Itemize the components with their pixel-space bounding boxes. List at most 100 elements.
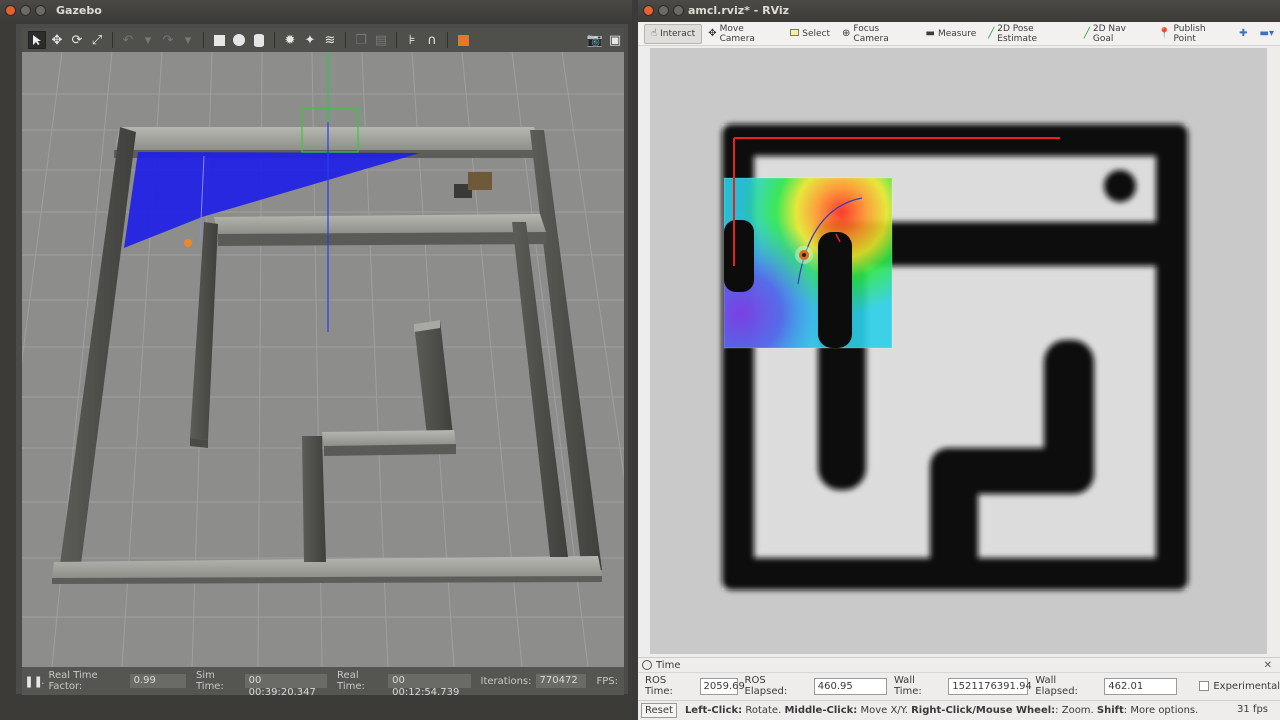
reset-button[interactable]: Reset <box>641 703 677 718</box>
redo-icon[interactable]: ↷ <box>159 31 177 49</box>
close-panel-icon[interactable]: ✕ <box>1264 660 1272 671</box>
experimental-checkbox[interactable] <box>1199 681 1210 691</box>
focus-camera-label: Focus Camera <box>853 23 889 44</box>
rviz-titlebar[interactable]: amcl.rviz* - RViz <box>638 0 1280 22</box>
interact-label: Interact <box>660 28 696 39</box>
real-time-label: Real Time: <box>337 670 365 692</box>
rviz-3d-viewport[interactable] <box>650 48 1267 654</box>
wall-time-label: Wall Time: <box>893 675 922 697</box>
time-row: ROS Time: 2059.69 ROS Elapsed: 460.95 Wa… <box>638 675 1280 697</box>
close-button[interactable] <box>643 5 654 16</box>
box-icon[interactable] <box>210 31 228 49</box>
ros-elapsed-field[interactable]: 460.95 <box>813 677 887 695</box>
camera-icon[interactable]: 📷 <box>586 31 604 49</box>
copy-icon[interactable]: ❐ <box>352 31 370 49</box>
toolbar-divider <box>112 32 113 48</box>
toolbar-divider <box>396 32 397 48</box>
measure-tool[interactable]: ▬ Measure <box>920 24 983 44</box>
fps-readout: 31 fps <box>1237 704 1268 715</box>
focus-camera-tool[interactable]: ⊕ Focus Camera <box>836 24 920 44</box>
move-camera-icon: ✥ <box>708 28 717 39</box>
gazebo-window: Gazebo ✥ ⟳ ⤢ ↶ ▾ ↷ ▾ ✹ ✦ ≋ ❐ ▤ ⊧ ∩ 📷 ▣ ❚… <box>0 0 632 720</box>
select-icon <box>790 28 800 39</box>
select-arrow-icon[interactable] <box>28 31 46 49</box>
goal-arrow-icon: ╱ <box>1083 28 1090 39</box>
sphere-icon[interactable] <box>230 31 248 49</box>
move-camera-label: Move Camera <box>719 23 755 44</box>
rotate-icon[interactable]: ⟳ <box>68 31 86 49</box>
move-camera-tool[interactable]: ✥ Move Camera <box>702 24 784 44</box>
publish-point-tool[interactable]: 📍 Publish Point <box>1152 24 1233 44</box>
rviz-map-render <box>650 48 1267 654</box>
pose-estimate-label: 2D Pose Estimate <box>997 23 1038 44</box>
paste-icon[interactable]: ▤ <box>372 31 390 49</box>
real-time-value: 00 00:12:54.739 <box>388 674 471 698</box>
undo-icon[interactable]: ↶ <box>119 31 137 49</box>
align-icon[interactable]: ⊧ <box>403 31 421 49</box>
iterations-value: 770472 <box>535 674 587 688</box>
rtf-value: 0.99 <box>129 674 186 688</box>
undo-dropdown-icon[interactable]: ▾ <box>139 31 157 49</box>
rviz-window: amcl.rviz* - RViz ☝ Interact ✥ Move Came… <box>638 0 1280 720</box>
maximize-button[interactable] <box>35 5 46 16</box>
wall-elapsed-label: Wall Elapsed: <box>1035 675 1078 697</box>
record-icon[interactable]: ▣ <box>606 31 624 49</box>
sim-time-value: 00 00:39:20.347 <box>244 674 328 698</box>
time-panel: Time ✕ ROS Time: 2059.69 ROS Elapsed: 46… <box>638 657 1280 720</box>
minimize-button[interactable] <box>658 5 669 16</box>
pose-arrow-icon: ╱ <box>988 28 995 39</box>
orange-model-icon[interactable] <box>454 31 472 49</box>
gazebo-3d-scene[interactable] <box>22 52 624 667</box>
translate-icon[interactable]: ✥ <box>48 31 66 49</box>
time-panel-title: Time <box>656 659 681 671</box>
redo-dropdown-icon[interactable]: ▾ <box>179 31 197 49</box>
wall-elapsed-field[interactable]: 462.01 <box>1104 677 1178 695</box>
snap-icon[interactable]: ∩ <box>423 31 441 49</box>
robot-model <box>184 239 192 247</box>
map-pin-icon: 📍 <box>1158 28 1171 39</box>
rviz-toolbar: ☝ Interact ✥ Move Camera Select ⊕ Focus … <box>638 22 1280 46</box>
toolbar-divider <box>447 32 448 48</box>
maximize-button[interactable] <box>673 5 684 16</box>
scale-icon[interactable]: ⤢ <box>88 31 106 49</box>
focus-camera-icon: ⊕ <box>842 28 851 39</box>
ros-time-label: ROS Time: <box>645 675 673 697</box>
time-panel-header: Time ✕ <box>638 657 1280 673</box>
publish-point-label: Publish Point <box>1173 23 1206 44</box>
select-tool[interactable]: Select <box>784 24 836 44</box>
minimize-button[interactable] <box>20 5 31 16</box>
fps-label: FPS: <box>596 675 618 687</box>
toolbar-divider <box>345 32 346 48</box>
pose-estimate-tool[interactable]: ╱ 2D Pose Estimate <box>982 24 1078 44</box>
measure-icon: ▬ <box>925 28 935 39</box>
rtf-label: Real Time Factor: <box>48 670 98 692</box>
interact-icon: ☝ <box>651 28 658 39</box>
point-light-icon[interactable]: ✹ <box>281 31 299 49</box>
mouse-hint: Left-Click: Rotate. Middle-Click: Move X… <box>684 705 1199 716</box>
gazebo-title: Gazebo <box>56 4 102 17</box>
step-icon[interactable]: . <box>41 676 44 687</box>
iterations-label: Iterations: <box>480 675 532 687</box>
rviz-statusbar: Reset Left-Click: Rotate. Middle-Click: … <box>638 700 1280 720</box>
ros-elapsed-label: ROS Elapsed: <box>744 675 788 697</box>
gazebo-toolbar: ✥ ⟳ ⤢ ↶ ▾ ↷ ▾ ✹ ✦ ≋ ❐ ▤ ⊧ ∩ 📷 ▣ <box>22 28 624 52</box>
select-label: Select <box>802 28 831 39</box>
tool-menu-button[interactable]: ▬▾ <box>1254 24 1280 44</box>
gazebo-world-render <box>22 52 624 667</box>
close-button[interactable] <box>5 5 16 16</box>
cylinder-icon[interactable] <box>250 31 268 49</box>
measure-label: Measure <box>937 28 977 39</box>
nav-goal-label: 2D Nav Goal <box>1092 23 1126 44</box>
plus-icon: ✚ <box>1239 28 1248 39</box>
gazebo-statusbar: ❚❚ . Real Time Factor: 0.99 Sim Time: 00… <box>22 667 624 698</box>
toolbar-divider <box>203 32 204 48</box>
interact-tool[interactable]: ☝ Interact <box>644 23 703 44</box>
directional-light-icon[interactable]: ≋ <box>321 31 339 49</box>
ros-time-field[interactable]: 2059.69 <box>699 677 745 695</box>
nav-goal-tool[interactable]: ╱ 2D Nav Goal <box>1078 24 1152 44</box>
add-tool-button[interactable]: ✚ <box>1233 24 1253 44</box>
spot-light-icon[interactable]: ✦ <box>301 31 319 49</box>
gazebo-titlebar[interactable]: Gazebo <box>0 0 632 22</box>
clock-icon <box>642 660 652 670</box>
wall-time-field[interactable]: 1521176391.94 <box>948 677 1032 695</box>
